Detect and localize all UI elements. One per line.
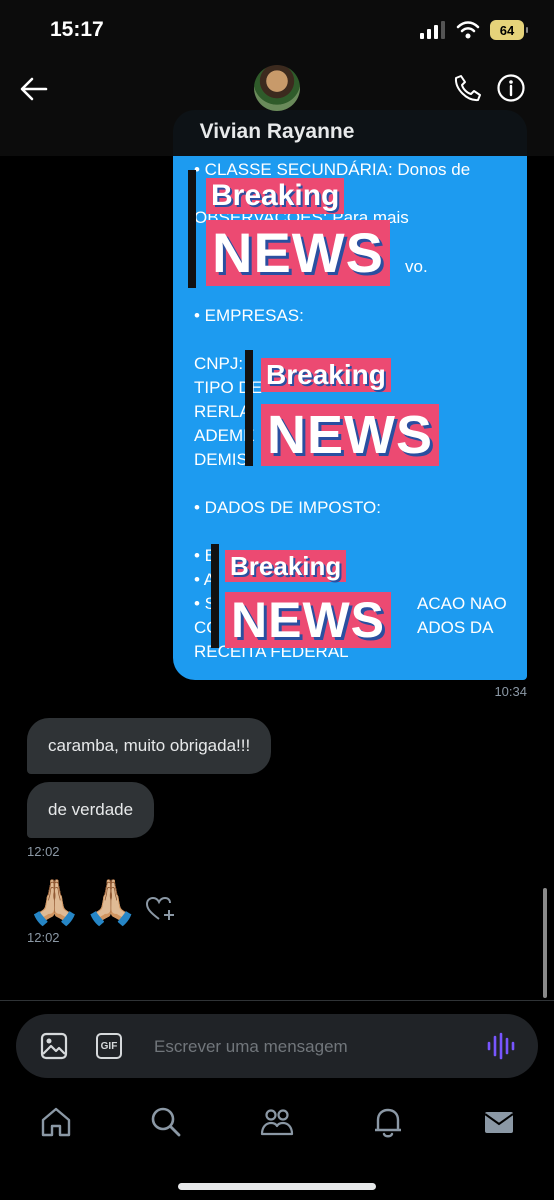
wifi-icon (456, 21, 480, 39)
voice-message-button[interactable] (486, 1032, 516, 1060)
nav-search[interactable] (148, 1104, 184, 1140)
sticker-news-label: NEWS (225, 592, 391, 648)
back-button[interactable] (18, 74, 50, 104)
envelope-icon (484, 1112, 514, 1133)
home-icon (41, 1107, 71, 1137)
sent-text-line: DEMIS (194, 450, 248, 469)
people-icon (260, 1109, 294, 1136)
sticker-bar (188, 170, 196, 288)
bell-icon (375, 1108, 401, 1138)
image-icon (40, 1032, 68, 1060)
sent-text-line: • DADOS DE IMPOSTO: (194, 498, 381, 517)
contact-name[interactable]: Vivian Rayanne (0, 120, 554, 144)
received-message-bubble[interactable]: caramba, muito obrigada!!! (27, 718, 272, 774)
home-indicator[interactable] (178, 1183, 376, 1190)
status-icons: 64 (420, 20, 528, 40)
sent-text-line: ADOS DA (417, 618, 494, 637)
battery-indicator: 64 (490, 20, 528, 40)
sticker-breaking-label: Breaking (225, 550, 347, 582)
sticker-bar (245, 350, 253, 466)
status-time: 15:17 (50, 18, 104, 41)
nav-home[interactable] (38, 1104, 74, 1140)
message-timestamp: 10:34 (494, 684, 527, 699)
add-image-button[interactable] (40, 1032, 68, 1060)
received-message-bubble[interactable]: de verdade (27, 782, 155, 838)
signal-icon (420, 21, 445, 39)
search-icon (151, 1107, 181, 1137)
arrow-left-icon (20, 77, 48, 101)
avatar[interactable] (254, 65, 300, 111)
sticker-bar (211, 544, 219, 648)
sticker-breaking-label: Breaking (261, 358, 391, 392)
sticker-news-label: NEWS (206, 220, 390, 286)
nav-messages[interactable] (481, 1104, 517, 1140)
sticker-breaking-label: Breaking (206, 178, 345, 214)
status-bar: 15:17 64 (0, 0, 554, 60)
heart-plus-icon (145, 896, 174, 920)
sent-text-line: CNPJ: (194, 354, 244, 373)
gif-button[interactable]: GIF (96, 1033, 122, 1059)
message-composer: GIF (16, 1014, 538, 1078)
message-timestamp: 12:02 (27, 844, 60, 859)
sent-text-line: vo. (405, 257, 428, 276)
composer-divider (0, 1000, 554, 1001)
nav-communities[interactable] (259, 1104, 295, 1140)
phone-icon (454, 75, 481, 102)
info-icon (497, 74, 525, 102)
sent-text-line: • EMPRESAS: (194, 306, 304, 325)
scroll-indicator[interactable] (543, 888, 547, 998)
emoji-message[interactable]: 🙏🏼🙏🏼 (27, 878, 141, 928)
sticker-news-label: NEWS (261, 404, 439, 466)
call-button[interactable] (453, 73, 483, 103)
nav-notifications[interactable] (370, 1104, 406, 1140)
dm-conversation-screen: • CLASSE SECUNDÁRIA: Donos de OBSERVAÇÕE… (0, 0, 554, 1200)
message-input[interactable] (152, 1028, 466, 1066)
message-timestamp: 12:02 (27, 930, 60, 945)
sent-text-line: • CLASSE SECUNDÁRIA: Donos de (194, 160, 471, 179)
add-reaction-button[interactable] (145, 895, 177, 923)
sent-message-bubble[interactable]: • CLASSE SECUNDÁRIA: Donos de OBSERVAÇÕE… (173, 110, 527, 680)
sent-text-line: ACAO NAO (417, 594, 507, 613)
sent-text-line: RERLA (194, 402, 251, 421)
info-button[interactable] (496, 73, 526, 103)
voice-wave-icon (487, 1032, 515, 1060)
